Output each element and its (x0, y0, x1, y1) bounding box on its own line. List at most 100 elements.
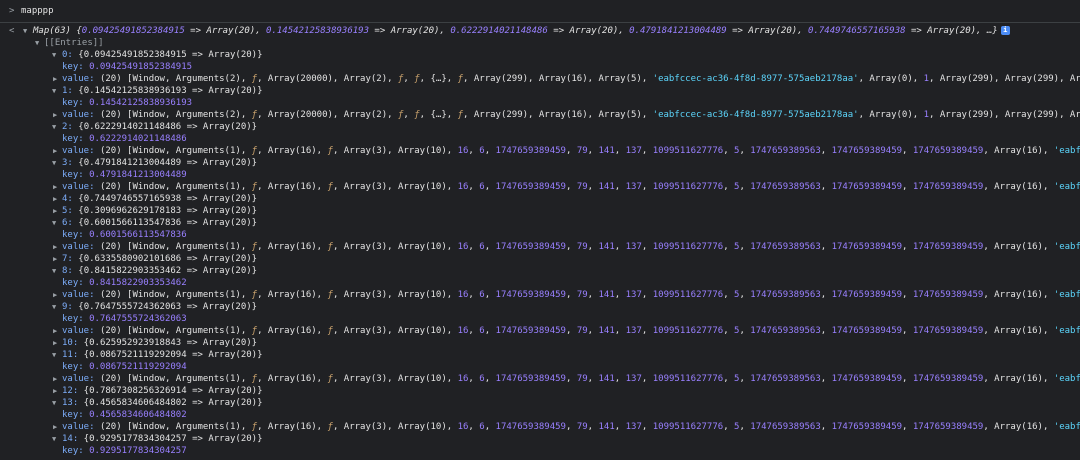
value-segment: , Array(16), (257, 326, 328, 336)
value-segment: , (565, 326, 577, 336)
entry-value: => Array(20)} (186, 434, 263, 444)
map-entry-row[interactable]: ▶ 4: {0.7449746557165938 => Array(20)} (0, 193, 1080, 205)
expand-triangle-icon[interactable]: ▶ (53, 205, 57, 217)
map-entry-row[interactable]: ▶ 10: {0.625952923918843 => Array(20)} (0, 337, 1080, 349)
entry-value-row[interactable]: ▶ value: (20) [Window, Arguments(1), ƒ, A… (0, 373, 1080, 385)
value-segment: (20) [Window, Arguments(2), (99, 74, 252, 84)
expand-triangle-icon[interactable]: ▶ (53, 337, 57, 349)
key-value: 0.6222914021148486 (89, 134, 187, 144)
entry-value-row[interactable]: ▶ value: (20) [Window, Arguments(1), ƒ, A… (0, 325, 1080, 337)
map-summary[interactable]: Map(63) {0.09425491852384915 => Array(20… (33, 25, 1010, 37)
value-segment: 1747659389459 (912, 374, 984, 384)
expand-triangle-icon[interactable]: ▶ (53, 373, 57, 385)
expand-triangle-icon[interactable]: ▼ (52, 301, 56, 313)
value-segment: , Array(20000), Array(2), (257, 110, 398, 120)
entry-key: 0.8415822903353462 (83, 266, 182, 276)
value-segment: 79 (576, 422, 588, 432)
entry-value-row[interactable]: ▶ value: (20) [Window, Arguments(2), ƒ, A… (0, 73, 1080, 85)
map-entry-row[interactable]: ▼ 9: {0.7647555724362063 => Array(20)} (0, 301, 1080, 313)
entry-value-row[interactable]: ▶ value: (20) [Window, Arguments(1), ƒ, A… (0, 145, 1080, 157)
entry-key-row: key: 0.14542125838936193 (0, 97, 1080, 109)
key-label: key: (62, 134, 90, 144)
expand-triangle-icon[interactable]: ▼ (35, 37, 39, 49)
expand-triangle-icon[interactable]: ▶ (53, 193, 57, 205)
entry-value-row[interactable]: ▶ value: (20) [Window, Arguments(1), ƒ, A… (0, 421, 1080, 433)
value-segment: , (587, 182, 599, 192)
expand-triangle-icon[interactable]: ▶ (53, 145, 57, 157)
map-entry-row[interactable]: ▼ 8: {0.8415822903353462 => Array(20)} (0, 265, 1080, 277)
expand-triangle-icon[interactable]: ▶ (53, 289, 57, 301)
expand-triangle-icon[interactable]: ▶ (53, 325, 57, 337)
value-segment: 1747659389459 (495, 242, 566, 252)
entry-index: 4: (62, 194, 73, 204)
entry-value: => Array(20)} (181, 206, 258, 216)
expand-triangle-icon[interactable]: ▶ (53, 385, 57, 397)
divider (0, 22, 1080, 23)
expand-triangle-icon[interactable]: ▼ (52, 49, 56, 61)
expand-triangle-icon[interactable]: ▶ (53, 109, 57, 121)
map-entry-row[interactable]: ▼ 2: {0.6222914021148486 => Array(20)} (0, 121, 1080, 133)
value-segment: 'eabfccec-ac36-4f8d…' (1053, 290, 1080, 300)
map-entry-row[interactable]: ▼ 1: {0.14542125838936193 => Array(20)} (0, 85, 1080, 97)
value-segment: (20) [Window, Arguments(2), (99, 110, 252, 120)
expand-triangle-icon[interactable]: ▼ (52, 157, 56, 169)
brace: { (78, 338, 90, 348)
expand-triangle-icon[interactable]: ▶ (53, 253, 57, 265)
info-icon[interactable]: i (1000, 26, 1010, 35)
value-segment: (20) [Window, Arguments(1), (99, 290, 252, 300)
entry-key-row: key: 0.9295177834304257 (0, 445, 1080, 457)
value-segment: (20) [Window, Arguments(1), (99, 182, 252, 192)
expand-triangle-icon[interactable]: ▶ (53, 73, 57, 85)
console-result-line[interactable]: < ▼ Map(63) {0.09425491852384915 => Arra… (0, 25, 1080, 37)
entry-value: => Array(20)} (181, 158, 258, 168)
entry-value-row[interactable]: ▶ value: (20) [Window, Arguments(1), ƒ, A… (0, 289, 1080, 301)
value-segment: , (484, 182, 496, 192)
map-entry-row[interactable]: ▼ 6: {0.6001566113547836 => Array(20)} (0, 217, 1080, 229)
value-segment: , Array(16), (983, 422, 1054, 432)
value-segment: 1747659389459 (912, 290, 984, 300)
expand-triangle-icon[interactable]: ▼ (52, 397, 56, 409)
value-segment: , (723, 182, 735, 192)
map-entry-row[interactable]: ▶ 12: {0.7867308256326914 => Array(20)} (0, 385, 1080, 397)
expand-triangle-icon[interactable]: ▼ (52, 217, 56, 229)
arrow: => (184, 26, 207, 36)
value-segment: 1747659389459 (495, 422, 566, 432)
entry-value-row[interactable]: ▶ value: (20) [Window, Arguments(1), ƒ, A… (0, 181, 1080, 193)
map-entry-row[interactable]: ▼ 13: {0.4565834606484802 => Array(20)} (0, 397, 1080, 409)
value-segment: 137 (625, 422, 642, 432)
expand-triangle-icon[interactable]: ▶ (53, 241, 57, 253)
map-entry-row[interactable]: ▼ 14: {0.9295177834304257 => Array(20)} (0, 433, 1080, 445)
entry-value-row[interactable]: ▶ value: (20) [Window, Arguments(1), ƒ, A… (0, 241, 1080, 253)
value-segment: , (468, 146, 480, 156)
expand-triangle-icon[interactable]: ▶ (53, 421, 57, 433)
brace: { (72, 86, 84, 96)
map-entry-row[interactable]: ▼ 3: {0.4791841213004489 => Array(20)} (0, 157, 1080, 169)
entry-key: 0.7647555724362063 (83, 302, 182, 312)
value-segment: , Array(3), Array(10), (332, 242, 458, 252)
entries-node[interactable]: ▼ [[Entries]] (0, 37, 1080, 49)
expand-triangle-icon[interactable]: ▶ (53, 181, 57, 193)
value-segment: , Array(3), Array(10), (332, 326, 458, 336)
expand-triangle-icon[interactable]: ▼ (23, 25, 27, 37)
map-entry-row[interactable]: ▶ 7: {0.6335580902101686 => Array(20)} (0, 253, 1080, 265)
key-label: key: (62, 314, 90, 324)
entry-value: => Array(20)} (181, 338, 258, 348)
entry-value-row[interactable]: ▶ value: (20) [Window, Arguments(2), ƒ, A… (0, 109, 1080, 121)
value-segment: 1747659389459 (912, 242, 984, 252)
brace: { (72, 218, 84, 228)
expand-triangle-icon[interactable]: ▼ (52, 85, 56, 97)
map-entry-row[interactable]: ▼ 0: {0.09425491852384915 => Array(20)} (0, 49, 1080, 61)
expand-triangle-icon[interactable]: ▼ (52, 433, 56, 445)
brace: { (72, 302, 84, 312)
expand-triangle-icon[interactable]: ▼ (52, 265, 56, 277)
map-entry-row[interactable]: ▼ 11: {0.0867521119292094 => Array(20)} (0, 349, 1080, 361)
expand-triangle-icon[interactable]: ▼ (52, 349, 56, 361)
expand-triangle-icon[interactable]: ▼ (52, 121, 56, 133)
map-key: 0.09425491852384915 (81, 26, 185, 36)
value-segment: , Array(16), (257, 374, 328, 384)
value-segment: , Array(299), Array(16), Array(5), (463, 74, 653, 84)
map-entry-row[interactable]: ▶ 5: {0.3096962629178183 => Array(20)} (0, 205, 1080, 217)
value-segment: 16 (457, 146, 469, 156)
key-label: key: (62, 98, 90, 108)
value-segment: , (565, 146, 577, 156)
